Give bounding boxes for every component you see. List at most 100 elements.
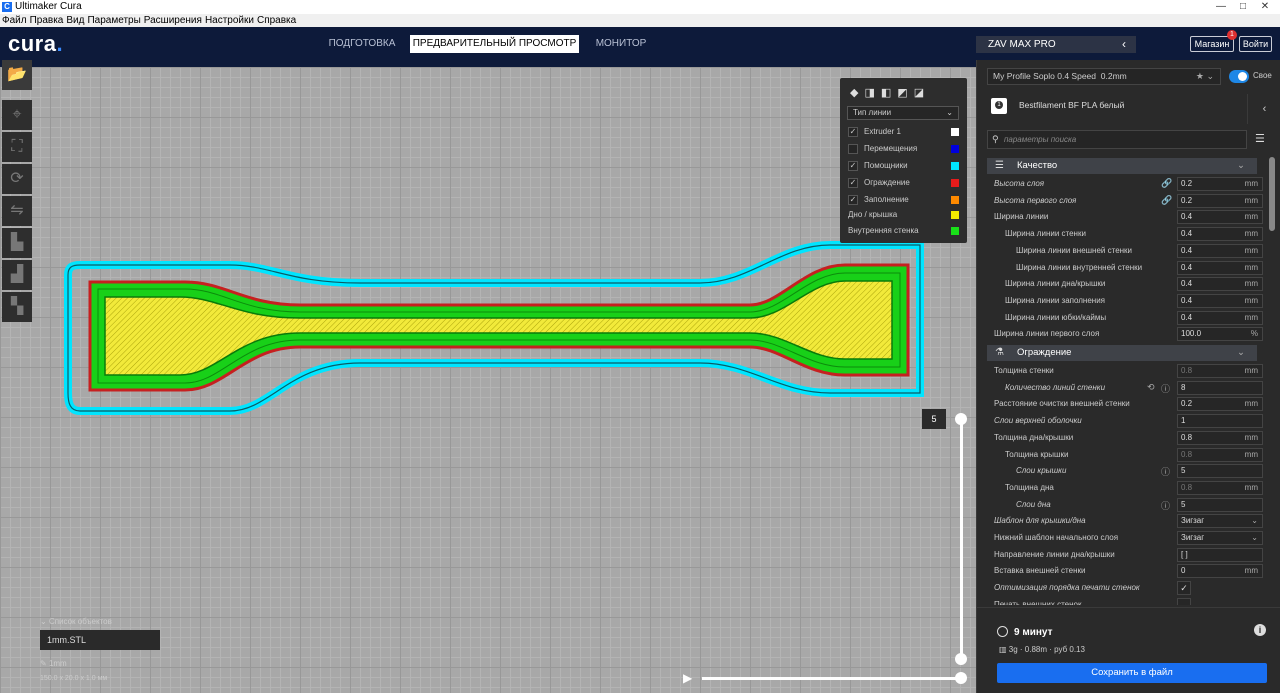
view-3d-icon[interactable]: ◆ <box>850 87 864 99</box>
legend-item-shell[interactable]: ✓ Ограждение <box>848 177 960 189</box>
setting-value: 0.2 <box>1181 195 1193 205</box>
setting-value-field[interactable]: 0.4 mm <box>1177 227 1263 242</box>
legend-checkbox[interactable] <box>848 144 858 154</box>
collapse-material-button[interactable]: ‹ <box>1247 94 1280 124</box>
setting-row: Толщина дна 0.8 mm <box>977 480 1267 496</box>
info-icon[interactable]: ⓘ <box>1161 465 1170 478</box>
legend-checkbox[interactable]: ✓ <box>848 178 858 188</box>
setting-value-field[interactable]: 0.8 mm <box>1177 447 1263 462</box>
layflat-tool[interactable]: ▚ <box>2 292 32 322</box>
rotate-icon: ⟳ <box>10 170 24 187</box>
setting-unit: mm <box>1244 295 1258 305</box>
legend-item-extruder[interactable]: ✓ Extruder 1 <box>848 126 960 138</box>
setting-value-field[interactable]: 5 <box>1177 497 1263 512</box>
support-blocker-tool[interactable]: ▟ <box>2 260 32 290</box>
view-front-icon[interactable]: ◨ <box>864 87 880 99</box>
menu-extensions[interactable]: Расширения <box>142 14 203 27</box>
category-shell[interactable]: ⚗ Ограждение ⌄ <box>987 345 1257 361</box>
setting-value-field[interactable]: 100.0% <box>1177 327 1263 342</box>
layer-number-label[interactable]: 5 <box>922 409 946 429</box>
setting-value-field[interactable]: 0.4 mm <box>1177 210 1263 225</box>
setting-value-field[interactable]: 0.2 mm <box>1177 177 1263 191</box>
layer-slider-bottom-handle[interactable] <box>955 653 967 665</box>
setting-value-field[interactable]: Зигзаг ⌄ <box>1177 514 1263 529</box>
legend-checkbox[interactable]: ✓ <box>848 195 858 205</box>
list-item[interactable]: 1mm.STL <box>40 630 160 650</box>
mirror-icon: ⇋ <box>10 202 24 219</box>
setting-value-field[interactable]: 0 mm <box>1177 564 1263 579</box>
tab-prepare[interactable]: ПОДГОТОВКА <box>322 35 402 53</box>
path-slider-track[interactable] <box>702 677 962 680</box>
setting-value-field[interactable]: 0.2 mm <box>1177 193 1263 208</box>
legend-item-infill[interactable]: ✓ Заполнение <box>848 194 960 206</box>
info-icon[interactable]: ⓘ <box>1161 499 1170 512</box>
setting-checkbox[interactable]: ✓ <box>1177 581 1191 596</box>
reset-icon[interactable]: ⟲ <box>1147 382 1155 393</box>
close-button[interactable]: ✕ <box>1254 0 1276 14</box>
move-tool[interactable]: ⌖ <box>2 100 32 130</box>
print-time: 9 минут <box>1014 627 1053 638</box>
login-button[interactable]: Войти <box>1239 36 1272 52</box>
menu-settings[interactable]: Параметры <box>85 14 141 27</box>
setting-value-field[interactable]: 0.2 mm <box>1177 397 1263 412</box>
view-type-dropdown[interactable]: Тип линии ⌄ <box>847 106 959 120</box>
setting-row: Ширина линии заполнения 0.4 mm <box>977 293 1267 309</box>
setting-unit: mm <box>1244 262 1258 272</box>
layer-slider-track[interactable] <box>960 418 963 660</box>
star-icon[interactable]: ★ <box>1196 71 1204 81</box>
setting-checkbox[interactable] <box>1177 597 1191 605</box>
view-top-icon[interactable]: ◧ <box>881 87 897 99</box>
menu-help[interactable]: Справка <box>255 14 297 27</box>
maximize-button[interactable]: □ <box>1232 0 1254 14</box>
mirror-tool[interactable]: ⇋ <box>2 196 32 226</box>
tab-preview[interactable]: ПРЕДВАРИТЕЛЬНЫЙ ПРОСМОТР <box>410 35 579 53</box>
setting-value-field[interactable]: 0.8 mm <box>1177 480 1263 495</box>
setting-value-field[interactable]: 5 <box>1177 464 1263 479</box>
settings-search-input[interactable]: ⚲ параметры поиска <box>987 130 1247 149</box>
legend-checkbox[interactable]: ✓ <box>848 161 858 171</box>
legend-item-travel[interactable]: Перемещения <box>848 143 960 155</box>
setting-value-field[interactable]: 0.8 mm <box>1177 364 1263 378</box>
setting-value-field[interactable]: [ ] <box>1177 547 1263 562</box>
setting-value-field[interactable]: Зигзаг ⌄ <box>1177 531 1263 545</box>
play-icon[interactable]: ▶ <box>683 672 692 684</box>
per-model-settings-tool[interactable]: ▙ <box>2 228 32 258</box>
layer-slider-top-handle[interactable] <box>955 413 967 425</box>
view-left-icon[interactable]: ◩ <box>897 87 913 99</box>
menu-view[interactable]: Вид <box>64 14 85 27</box>
setting-value-field[interactable]: 8 <box>1177 380 1263 395</box>
rotate-tool[interactable]: ⟳ <box>2 164 32 194</box>
custom-mode-toggle[interactable] <box>1229 70 1249 83</box>
settings-scrollbar[interactable] <box>1269 157 1275 231</box>
setting-value-field[interactable]: 0.4 mm <box>1177 243 1263 258</box>
setting-value: 0.8 <box>1181 432 1193 442</box>
setting-value-field[interactable]: 0.4 mm <box>1177 293 1263 308</box>
category-quality[interactable]: ☰ Качество ⌄ <box>987 158 1257 174</box>
minimize-button[interactable]: — <box>1210 0 1232 14</box>
settings-visibility-menu-icon[interactable]: ☰ <box>1255 132 1265 145</box>
menu-file[interactable]: Файл <box>0 14 28 27</box>
info-icon[interactable]: i <box>1254 624 1266 636</box>
setting-value-field[interactable]: 0.4 mm <box>1177 277 1263 292</box>
tab-monitor[interactable]: МОНИТОР <box>588 35 654 53</box>
machine-selector[interactable]: ZAV MAX PRO ‹ <box>976 36 1136 53</box>
material-selector[interactable]: Bestfilament BF PLA белый <box>987 94 1247 120</box>
path-slider-handle[interactable] <box>955 672 967 684</box>
print-settings-panel: My Profile Soplo 0.4 Speed 0.2mm ★ ⌄ Свое… <box>976 60 1280 693</box>
camera-view-icons[interactable]: ◆◨◧◩◪ <box>850 86 930 99</box>
info-icon[interactable]: ⓘ <box>1161 382 1170 395</box>
menu-preferences[interactable]: Настройки <box>203 14 255 27</box>
scale-tool[interactable]: ⛶ <box>2 132 32 162</box>
setting-value-field[interactable]: 1 <box>1177 414 1263 429</box>
legend-checkbox[interactable]: ✓ <box>848 127 858 137</box>
open-file-button[interactable]: 📂 <box>2 60 32 90</box>
setting-value-field[interactable]: 0.4 mm <box>1177 310 1263 325</box>
menu-edit[interactable]: Правка <box>28 14 65 27</box>
object-list-header[interactable]: ⌄ Список объектов <box>40 617 112 626</box>
view-right-icon[interactable]: ◪ <box>914 87 930 99</box>
profile-selector[interactable]: My Profile Soplo 0.4 Speed 0.2mm ★ ⌄ <box>987 68 1221 85</box>
setting-value-field[interactable]: 0.8 mm <box>1177 430 1263 445</box>
save-to-file-button[interactable]: Сохранить в файл <box>997 663 1267 683</box>
legend-item-helpers[interactable]: ✓ Помощники <box>848 160 960 172</box>
setting-value-field[interactable]: 0.4 mm <box>1177 260 1263 275</box>
